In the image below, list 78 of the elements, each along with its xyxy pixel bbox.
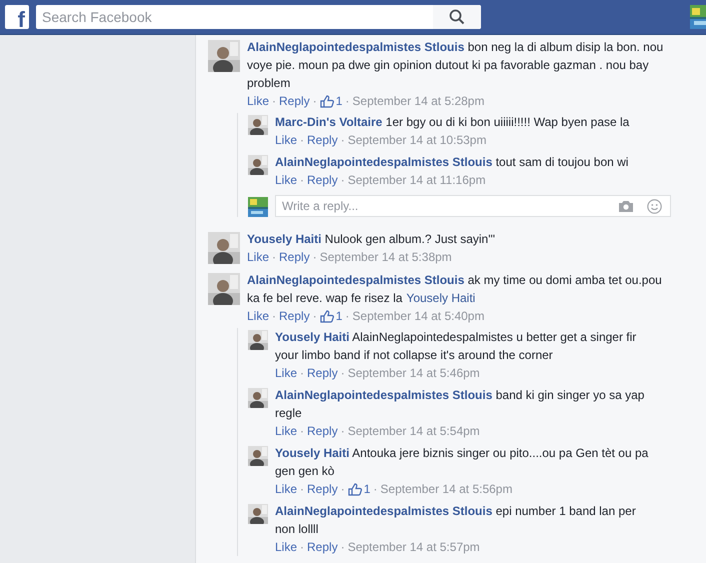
reply-link[interactable]: Reply [307, 171, 338, 189]
timestamp-link[interactable]: September 14 at 10:53pm [348, 131, 486, 149]
like-link[interactable]: Like [275, 538, 298, 556]
comment-text: AlainNeglapointedespalmistes Stlouis tout sam di toujou bon wi [275, 154, 630, 171]
comment-text: AlainNeglapointedespalmistes Stlouis bon neg la di album disip la bon. nou voye pie. moun pa dwe gin opinion dutout ki pa favorable gazman . nou bay problem [247, 39, 664, 92]
author-link[interactable]: AlainNeglapointedespalmistes Stlouis [275, 155, 492, 169]
author-link[interactable]: AlainNeglapointedespalmistes Stlouis [275, 388, 492, 402]
separator-dot: · [345, 93, 350, 110]
reply-link[interactable]: Reply [307, 480, 338, 498]
separator-dot: · [340, 365, 345, 382]
like-link[interactable]: Like [247, 92, 270, 110]
comment-text: AlainNeglapointedespalmistes Stlouis band ki gin singer yo sa yap regle [275, 387, 646, 422]
separator-dot: · [340, 132, 345, 149]
separator-dot: · [300, 365, 304, 382]
reply-field[interactable]: Write a reply... [275, 195, 671, 217]
reply-link[interactable]: Reply [279, 307, 310, 325]
logo[interactable]: f [5, 5, 29, 29]
author-link[interactable]: AlainNeglapointedespalmistes Stlouis [247, 273, 464, 287]
separator-dot: · [373, 481, 378, 498]
reply-link[interactable]: Reply [307, 131, 338, 149]
thumbs-up-icon [348, 482, 362, 496]
comment-text: Yousely Haiti AlainNeglapointedespalmistes u better get a singer fir your limbo band if not collapse it's around the corner [275, 329, 638, 364]
timestamp-link[interactable]: September 14 at 5:28pm [352, 92, 484, 110]
author-link[interactable]: Yousely Haiti [247, 232, 322, 246]
reply-link[interactable]: Reply [307, 422, 338, 440]
separator-dot: · [345, 308, 350, 325]
search-icon [449, 9, 465, 25]
separator-dot: · [272, 308, 276, 325]
timestamp-link[interactable]: September 14 at 5:38pm [320, 248, 452, 266]
like-count[interactable]: 1 [320, 307, 342, 325]
reply-link[interactable]: Reply [307, 364, 338, 382]
reply-link[interactable]: Reply [307, 538, 338, 556]
thumbs-up-icon [320, 310, 334, 322]
reply-link[interactable]: Reply [279, 92, 310, 110]
mention-link[interactable]: Yousely Haiti [406, 291, 476, 305]
timestamp-link[interactable]: September 14 at 5:54pm [348, 422, 480, 440]
timestamp-link[interactable]: September 14 at 11:16pm [348, 171, 486, 189]
separator-dot: · [340, 172, 345, 189]
like-link[interactable]: Like [275, 480, 298, 498]
reply-input[interactable]: Write a reply... [276, 199, 605, 213]
timestamp-link[interactable]: September 14 at 5:57pm [348, 538, 480, 556]
separator-dot: · [300, 423, 304, 440]
separator-dot: · [312, 93, 317, 110]
timestamp-link[interactable]: September 14 at 5:40pm [352, 307, 484, 325]
like-link[interactable]: Like [275, 422, 298, 440]
separator-dot: · [312, 249, 317, 266]
author-link[interactable]: Marc-Din's Voltaire [275, 115, 382, 129]
timestamp-link[interactable]: September 14 at 5:56pm [380, 480, 512, 498]
thumbs-up-icon [320, 94, 334, 108]
separator-dot: · [300, 481, 304, 498]
separator-dot: · [340, 539, 345, 556]
separator-dot: · [300, 172, 304, 189]
comment-text: Yousely Haiti Nulook gen album.? Just sayin''' [247, 231, 496, 248]
separator-dot: · [340, 423, 345, 440]
author-link[interactable]: Yousely Haiti [275, 330, 350, 344]
author-link[interactable]: Yousely Haiti [275, 446, 350, 460]
like-link[interactable]: Like [247, 307, 270, 325]
like-link[interactable]: Like [275, 171, 298, 189]
like-count[interactable]: 1 [348, 480, 370, 498]
timestamp-link[interactable]: September 14 at 5:46pm [348, 364, 480, 382]
author-link[interactable]: AlainNeglapointedespalmistes Stlouis [275, 504, 492, 518]
like-link[interactable]: Like [275, 364, 298, 382]
separator-dot: · [300, 539, 304, 556]
separator-dot: · [300, 132, 304, 149]
search-button[interactable] [433, 5, 481, 29]
comment-text: AlainNeglapointedespalmistes Stlouis ak my time ou domi amba tet ou.pou ka fe bel reve. wap fe risez la Yousely Haiti [247, 272, 663, 307]
comment-text: Yousely Haiti Antouka jere biznis singer ou pito....ou pa Gen tèt ou pa gen gen kò [275, 445, 650, 480]
like-link[interactable]: Like [247, 248, 270, 266]
like-count[interactable]: 1 [320, 92, 342, 110]
separator-dot: · [272, 93, 276, 110]
separator-dot: · [312, 308, 317, 325]
separator-dot: · [340, 481, 345, 498]
reply-link[interactable]: Reply [279, 248, 310, 266]
separator-dot: · [272, 249, 276, 266]
like-link[interactable]: Like [275, 131, 298, 149]
comment-text: Marc-Din's Voltaire 1er bgy ou di ki bon uiiiii!!!!! Wap byen pase la [275, 114, 630, 131]
comment-text: AlainNeglapointedespalmistes Stlouis epi number 1 band lan per non lollll [275, 503, 637, 538]
author-link[interactable]: AlainNeglapointedespalmistes Stlouis [247, 40, 464, 54]
